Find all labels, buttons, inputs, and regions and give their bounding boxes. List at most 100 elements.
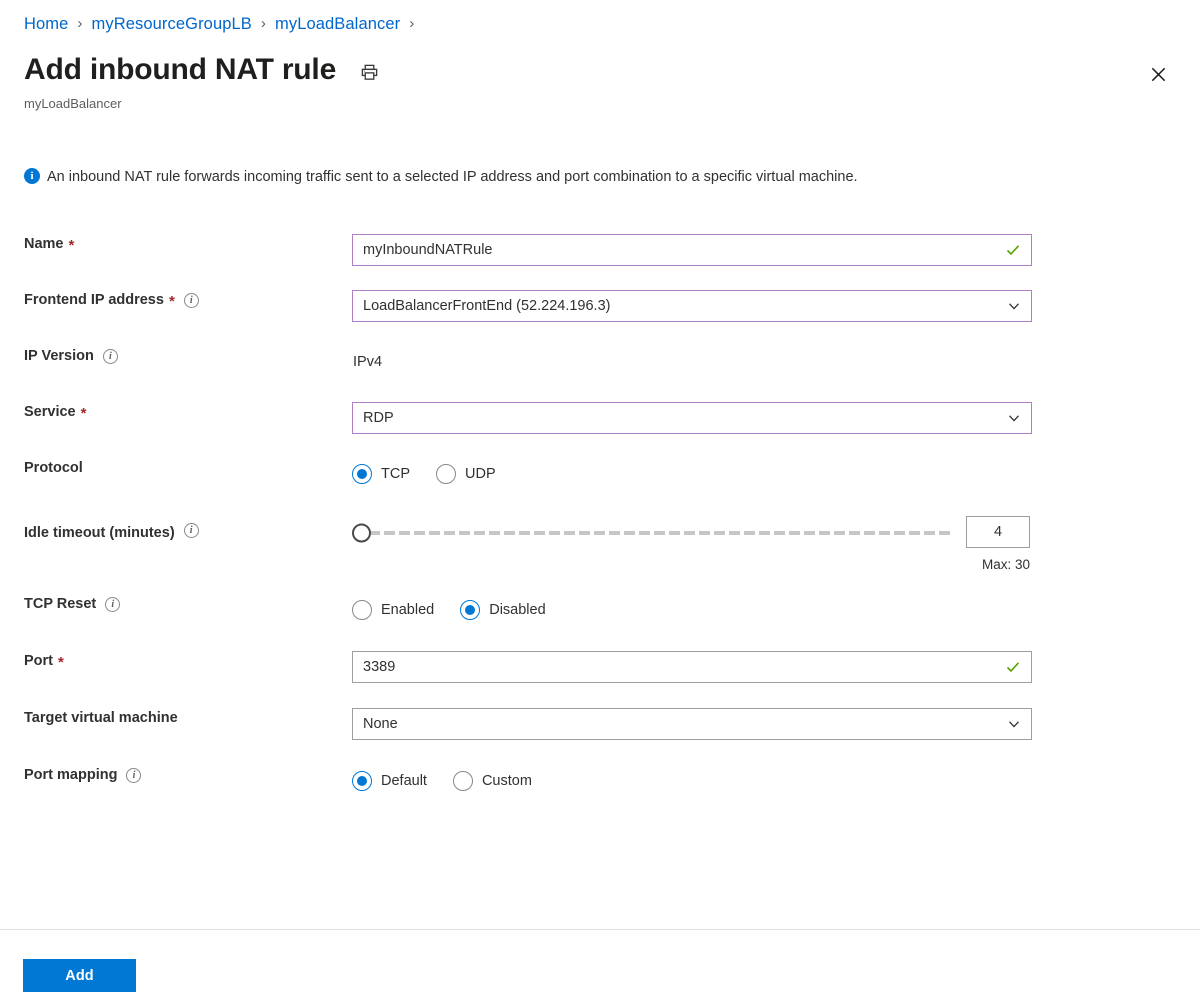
info-icon-ip-version[interactable]: i <box>103 349 118 364</box>
radio-port-mapping-default[interactable]: Default <box>352 771 427 791</box>
radio-tcp-reset-enabled[interactable]: Enabled <box>352 600 434 620</box>
radio-mark <box>460 600 480 620</box>
breadcrumb: Home › myResourceGroupLB › myLoadBalance… <box>24 13 423 35</box>
radio-protocol-udp-label: UDP <box>465 464 496 484</box>
close-icon[interactable] <box>1142 58 1174 90</box>
frontend-ip-dropdown[interactable] <box>352 290 1032 322</box>
breadcrumb-item-load-balancer[interactable]: myLoadBalancer <box>275 13 400 35</box>
required-asterisk: * <box>81 407 87 421</box>
chevron-down-icon <box>1007 411 1021 425</box>
idle-timeout-value-col: Max: 30 <box>966 516 1030 574</box>
label-port: Port * <box>0 651 352 671</box>
radio-tcp-reset-disabled-label: Disabled <box>489 600 545 620</box>
chevron-down-icon <box>1007 299 1021 313</box>
form-row-name: Name * <box>0 234 1200 290</box>
name-input-wrapper[interactable] <box>352 234 1032 266</box>
control-target-vm <box>352 708 1200 740</box>
idle-timeout-input[interactable] <box>967 523 1029 541</box>
label-service: Service * <box>0 402 352 422</box>
breadcrumb-item-resource-group[interactable]: myResourceGroupLB <box>92 13 252 35</box>
frontend-ip-value[interactable] <box>363 292 1001 320</box>
info-icon-port-mapping[interactable]: i <box>126 768 141 783</box>
port-input-wrapper[interactable] <box>352 651 1032 683</box>
radio-port-mapping-custom-label: Custom <box>482 771 532 791</box>
control-tcp-reset: Enabled Disabled <box>352 594 1200 626</box>
label-idle-timeout-text: Idle timeout (minutes) <box>24 523 175 543</box>
control-idle-timeout: Max: 30 <box>352 516 1200 574</box>
radio-port-mapping-default-label: Default <box>381 771 427 791</box>
radio-port-mapping-custom[interactable]: Custom <box>453 771 532 791</box>
label-protocol-text: Protocol <box>24 458 83 478</box>
radio-tcp-reset-disabled[interactable]: Disabled <box>460 600 545 620</box>
label-name: Name * <box>0 234 352 254</box>
control-ip-version: IPv4 <box>352 346 1200 378</box>
checkmark-icon <box>1005 242 1021 258</box>
label-name-text: Name <box>24 234 64 254</box>
slider-thumb[interactable] <box>352 524 371 543</box>
label-tcp-reset: TCP Reset i <box>0 594 352 614</box>
radio-protocol-tcp[interactable]: TCP <box>352 464 410 484</box>
idle-timeout-slider[interactable] <box>352 516 952 550</box>
label-port-mapping: Port mapping i <box>0 765 352 785</box>
nat-rule-form: Name * Frontend IP address * i <box>0 234 1200 821</box>
target-vm-dropdown[interactable] <box>352 708 1032 740</box>
form-row-protocol: Protocol TCP UDP <box>0 458 1200 516</box>
info-banner-text: An inbound NAT rule forwards incoming tr… <box>47 165 858 189</box>
radio-mark <box>352 771 372 791</box>
control-port-mapping: Default Custom <box>352 765 1200 797</box>
checkmark-icon <box>1005 659 1021 675</box>
radio-mark <box>352 600 372 620</box>
radio-protocol-tcp-label: TCP <box>381 464 410 484</box>
breadcrumb-item-home[interactable]: Home <box>24 13 68 35</box>
label-target-vm: Target virtual machine <box>0 708 352 728</box>
title-row: Add inbound NAT rule <box>24 50 382 90</box>
control-name <box>352 234 1200 266</box>
form-row-tcp-reset: TCP Reset i Enabled Disabled <box>0 594 1200 651</box>
control-port <box>352 651 1200 683</box>
service-dropdown[interactable] <box>352 402 1032 434</box>
radio-protocol-udp[interactable]: UDP <box>436 464 496 484</box>
protocol-radio-group: TCP UDP <box>352 458 1200 490</box>
label-idle-timeout: Idle timeout (minutes) i <box>0 516 352 543</box>
info-icon-idle-timeout[interactable]: i <box>184 523 199 538</box>
required-asterisk: * <box>69 239 75 253</box>
service-value[interactable] <box>363 404 1001 432</box>
label-service-text: Service <box>24 402 76 422</box>
label-port-text: Port <box>24 651 53 671</box>
tcp-reset-radio-group: Enabled Disabled <box>352 594 1200 626</box>
form-row-port-mapping: Port mapping i Default Custom <box>0 765 1200 821</box>
form-row-port: Port * <box>0 651 1200 708</box>
required-asterisk: * <box>169 295 175 309</box>
form-row-target-vm: Target virtual machine <box>0 708 1200 765</box>
page-title: Add inbound NAT rule <box>24 50 336 90</box>
form-row-idle-timeout: Idle timeout (minutes) i Max: 30 <box>0 516 1200 594</box>
idle-timeout-value-box[interactable] <box>966 516 1030 548</box>
info-icon: i <box>24 168 40 184</box>
printer-icon[interactable] <box>356 60 382 86</box>
label-ip-version: IP Version i <box>0 346 352 366</box>
radio-tcp-reset-enabled-label: Enabled <box>381 600 434 620</box>
add-button[interactable]: Add <box>23 959 136 992</box>
required-asterisk: * <box>58 656 64 670</box>
label-frontend-ip: Frontend IP address * i <box>0 290 352 310</box>
breadcrumb-separator-icon: › <box>261 13 266 35</box>
label-tcp-reset-text: TCP Reset <box>24 594 96 614</box>
label-frontend-ip-text: Frontend IP address <box>24 290 164 310</box>
form-row-frontend-ip: Frontend IP address * i <box>0 290 1200 346</box>
chevron-down-icon <box>1007 717 1021 731</box>
label-protocol: Protocol <box>0 458 352 478</box>
slider-track[interactable] <box>369 531 952 535</box>
info-icon-frontend-ip[interactable]: i <box>184 293 199 308</box>
info-banner: i An inbound NAT rule forwards incoming … <box>24 165 1024 189</box>
port-input[interactable] <box>363 653 999 681</box>
info-icon-tcp-reset[interactable]: i <box>105 597 120 612</box>
radio-mark <box>453 771 473 791</box>
idle-timeout-max-label: Max: 30 <box>982 556 1030 574</box>
form-row-ip-version: IP Version i IPv4 <box>0 346 1200 402</box>
name-input[interactable] <box>363 236 999 264</box>
port-mapping-radio-group: Default Custom <box>352 765 1200 797</box>
control-protocol: TCP UDP <box>352 458 1200 490</box>
idle-timeout-slider-wrap: Max: 30 <box>352 516 1200 574</box>
form-row-service: Service * <box>0 402 1200 458</box>
target-vm-value[interactable] <box>363 710 1001 738</box>
